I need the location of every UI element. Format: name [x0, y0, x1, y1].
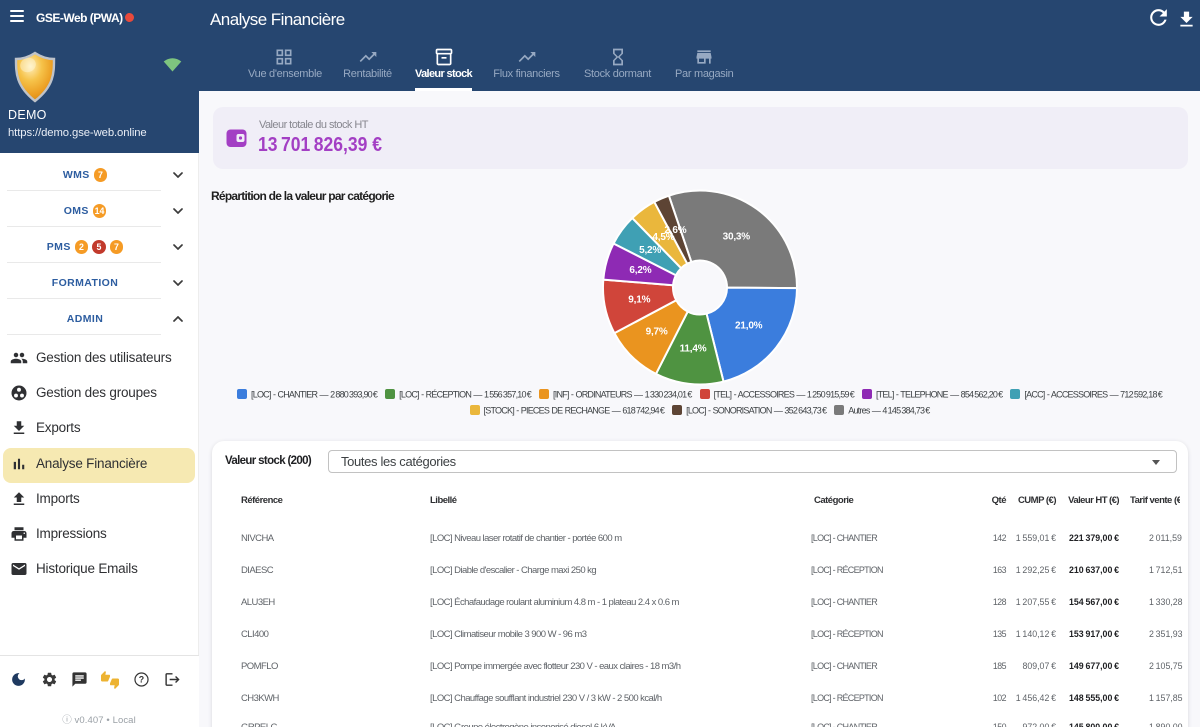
- svg-text:5,2%: 5,2%: [639, 245, 661, 256]
- svg-text:6,2%: 6,2%: [629, 265, 651, 276]
- svg-text:11,4%: 11,4%: [680, 344, 707, 355]
- svg-text:21,0%: 21,0%: [735, 320, 763, 331]
- svg-text:9,7%: 9,7%: [646, 326, 668, 337]
- svg-text:2,6%: 2,6%: [664, 225, 686, 236]
- svg-text:9,1%: 9,1%: [628, 295, 650, 306]
- svg-text:?: ?: [139, 675, 144, 685]
- svg-text:30,3%: 30,3%: [723, 232, 751, 243]
